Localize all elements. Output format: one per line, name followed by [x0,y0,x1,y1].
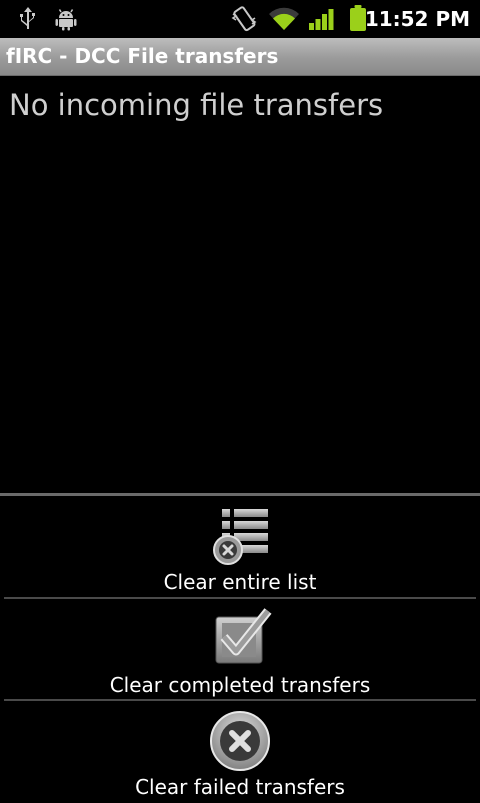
checkbox-icon [215,608,272,664]
usb-icon [20,7,35,29]
vibrate-icon [231,6,257,32]
cancel-circle-icon [210,711,270,771]
clear-entire-list-button[interactable]: Clear entire list [0,496,480,598]
clear-failed-transfers-label: Clear failed transfers [135,775,345,799]
android-debug-icon [55,9,77,31]
clear-entire-list-label: Clear entire list [163,570,317,594]
title-bar: fIRC - DCC File transfers [0,38,480,76]
status-bar: 11:52 PM [0,0,480,38]
clear-completed-transfers-button[interactable]: Clear completed transfers [0,599,480,701]
clear-failed-transfers-button[interactable]: Clear failed transfers [0,701,480,803]
clear-list-icon [213,509,268,565]
page-title: fIRC - DCC File transfers [6,44,279,68]
signal-icon [309,9,334,30]
wifi-icon [269,7,299,31]
clear-completed-transfers-label: Clear completed transfers [109,673,371,697]
empty-list-message: No incoming file transfers [9,88,384,122]
clock: 11:52 PM [364,7,470,31]
